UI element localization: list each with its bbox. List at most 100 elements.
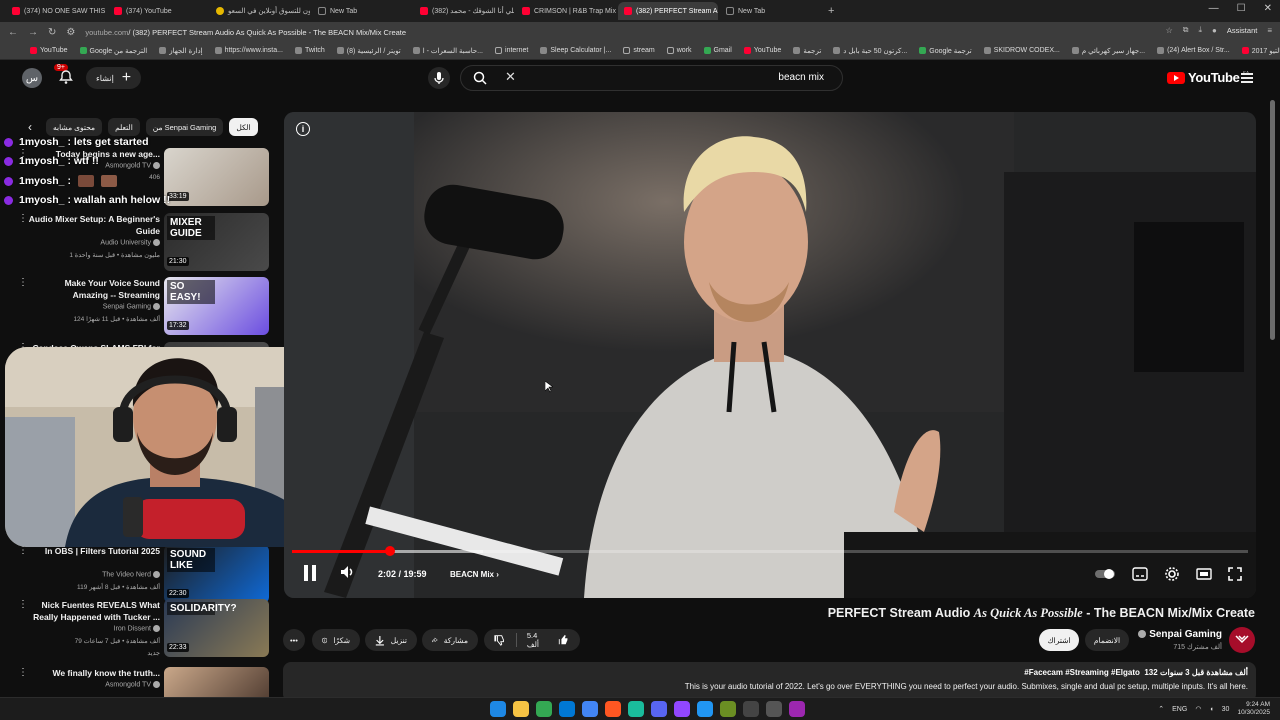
steam-icon[interactable] — [651, 701, 667, 717]
outlook-icon[interactable] — [582, 701, 598, 717]
video-player[interactable]: i 2:02 / 19:59 BEACN Mix › — [284, 112, 1256, 598]
bookmark-item[interactable]: Twitch — [294, 47, 325, 54]
tray-chevron-icon[interactable]: ⌃ — [1158, 705, 1164, 713]
page-scrollbar[interactable] — [1270, 100, 1275, 340]
subscribe-button[interactable]: اشتراك — [1039, 629, 1079, 651]
app-icon[interactable] — [628, 701, 644, 717]
back-icon[interactable]: ← — [8, 27, 18, 38]
settings-gear-icon[interactable] — [1164, 566, 1180, 582]
bookmark-item[interactable]: SKIDROW CODEX... — [983, 47, 1060, 54]
browser-tab[interactable]: New Tab — [720, 2, 820, 20]
bookmark-item[interactable]: كرتون 50 حبة بابل د... — [833, 47, 907, 55]
twitch-icon[interactable] — [674, 701, 690, 717]
recommendation-item[interactable]: SO EASY! 17:32 Make Your Voice Sound Amazi… — [0, 277, 275, 337]
bookmark-item[interactable]: internet — [495, 47, 528, 54]
browser-menu-icon[interactable]: ≡ — [1267, 26, 1272, 35]
forward-icon[interactable]: → — [28, 27, 38, 38]
chrome-icon[interactable] — [536, 701, 552, 717]
chapter-button[interactable]: BEACN Mix › — [450, 570, 499, 579]
subtitles-icon[interactable] — [1132, 567, 1148, 581]
bookmark-star-icon[interactable]: ☆ — [1166, 26, 1173, 35]
bookmark-item[interactable]: Gmail — [703, 47, 732, 54]
browser-tab[interactable]: CRIMSON | R&B Trap Mix - Y — [516, 2, 616, 20]
url-field[interactable]: youtube.com/ (382) PERFECT Stream Audio … — [85, 28, 406, 37]
dislike-icon[interactable] — [494, 633, 506, 647]
guide-menu-icon[interactable] — [1241, 73, 1253, 85]
close-window-icon[interactable]: ✕ — [1264, 3, 1272, 14]
recommendation-item[interactable]: MIXER GUIDE 21:30 Audio Mixer Setup: A Beg… — [0, 213, 275, 273]
maximize-icon[interactable]: ☐ — [1237, 3, 1246, 14]
app-icon[interactable] — [697, 701, 713, 717]
bookmark-item[interactable]: ترجمة — [793, 47, 821, 55]
brave-icon[interactable] — [605, 701, 621, 717]
site-info-icon[interactable]: ⚙ — [66, 27, 75, 38]
bookmark-item[interactable]: إدارة الجهاز — [159, 47, 203, 55]
recommendation-item[interactable]: SOLIDARITY? 22:33 Nick Fuentes REVEALS Wha… — [0, 599, 275, 659]
bookmark-item[interactable]: جهاز سير كهربائي م... — [1071, 47, 1145, 55]
description-box[interactable]: #Facecam #Streaming #Elgato 132 ألف مشاه… — [283, 662, 1256, 702]
chip-all[interactable]: الكل — [229, 118, 258, 136]
clock[interactable]: 9:24 AM 10/30/2025 — [1237, 701, 1270, 717]
bookmark-item[interactable]: Google ترجمة — [919, 47, 972, 55]
downloads-icon[interactable]: ⤓ — [1199, 25, 1203, 35]
bookmark-item[interactable]: Google الترجمة من — [79, 47, 147, 55]
youtube-logo[interactable]: YouTube SA — [1167, 70, 1249, 85]
app-icon[interactable] — [720, 701, 736, 717]
volume-icon[interactable] — [340, 564, 356, 580]
bookmark-item[interactable]: YouTube — [30, 47, 68, 54]
bookmark-item[interactable]: تويتر / الرئيسية (8) — [336, 47, 401, 55]
app-icon[interactable] — [789, 701, 805, 717]
join-button[interactable]: الانضمام — [1085, 629, 1129, 651]
wifi-icon[interactable]: ◠ — [1195, 705, 1201, 713]
account-avatar[interactable]: س — [22, 68, 42, 88]
chip-similar[interactable]: محتوى مشابه — [46, 118, 103, 136]
scrubber-handle[interactable] — [384, 546, 395, 556]
create-button[interactable]: إنشاء + — [86, 67, 142, 89]
search-icon[interactable] — [473, 71, 487, 85]
app-icon[interactable] — [743, 701, 759, 717]
extensions-icon[interactable]: ⧉ — [1183, 25, 1189, 35]
volume-tray-icon[interactable]: ◖ — [1209, 706, 1213, 713]
bookmark-item[interactable]: مالتيو 2017+ — [1241, 47, 1280, 55]
browser-tab[interactable]: New Tab — [312, 2, 412, 20]
new-tab-icon[interactable]: + — [822, 5, 840, 17]
search-box[interactable]: ✕ beacn mix — [460, 65, 843, 91]
more-vert-icon[interactable]: ⋮ — [18, 667, 28, 678]
bookmark-item[interactable]: حاسبة السعرات - ا... — [412, 47, 483, 55]
browser-tab[interactable]: (382) PERFECT Stream Audio — [618, 2, 718, 20]
autoplay-toggle-icon[interactable] — [1094, 568, 1116, 580]
browser-tab[interactable]: علي أنا الشوقك - محمد (382) — [414, 2, 514, 20]
fullscreen-icon[interactable] — [1228, 567, 1242, 581]
profile-icon[interactable]: ● — [1212, 26, 1217, 35]
notifications-bell-icon[interactable] — [58, 69, 74, 85]
bookmark-item[interactable]: YouTube — [743, 47, 781, 54]
browser-tab[interactable]: نون للتسوق أونلاين في السعو — [210, 2, 310, 20]
bookmark-item[interactable]: stream — [623, 47, 655, 54]
bookmark-item[interactable]: https://www.insta... — [214, 47, 283, 54]
bookmark-item[interactable]: Sleep Calculator |... — [540, 47, 611, 54]
theater-mode-icon[interactable] — [1196, 568, 1212, 580]
reload-icon[interactable]: ↻ — [48, 27, 56, 38]
lang-indicator[interactable]: ENG — [1172, 706, 1187, 713]
search-input[interactable]: beacn mix — [778, 72, 824, 83]
clear-search-icon[interactable]: ✕ — [505, 69, 516, 85]
pause-icon[interactable] — [302, 564, 318, 582]
app-icon[interactable] — [766, 701, 782, 717]
minimize-icon[interactable]: — — [1209, 3, 1219, 14]
info-icon[interactable]: i — [296, 122, 310, 136]
bookmark-item[interactable]: (24) Alert Box / Str... — [1157, 47, 1230, 54]
assistant-button[interactable]: Assistant — [1227, 26, 1257, 35]
download-button[interactable]: تنزيل — [365, 629, 417, 651]
like-icon[interactable] — [558, 633, 570, 647]
share-button[interactable]: مشاركة — [422, 629, 478, 651]
channel-name[interactable]: Senpai Gaming — [1138, 629, 1222, 640]
voice-search-button[interactable] — [428, 67, 450, 89]
bookmark-item[interactable]: work — [666, 47, 692, 54]
progress-bar[interactable] — [292, 546, 1248, 556]
browser-tab[interactable]: (374) NO ONE SAW THIS CO — [6, 2, 106, 20]
file-explorer-icon[interactable] — [513, 701, 529, 717]
edge-icon[interactable] — [559, 701, 575, 717]
chevron-left-icon[interactable]: ‹ — [20, 120, 40, 134]
thanks-button[interactable]: $ شكرًا — [312, 629, 360, 651]
more-actions-icon[interactable]: ••• — [283, 629, 305, 651]
